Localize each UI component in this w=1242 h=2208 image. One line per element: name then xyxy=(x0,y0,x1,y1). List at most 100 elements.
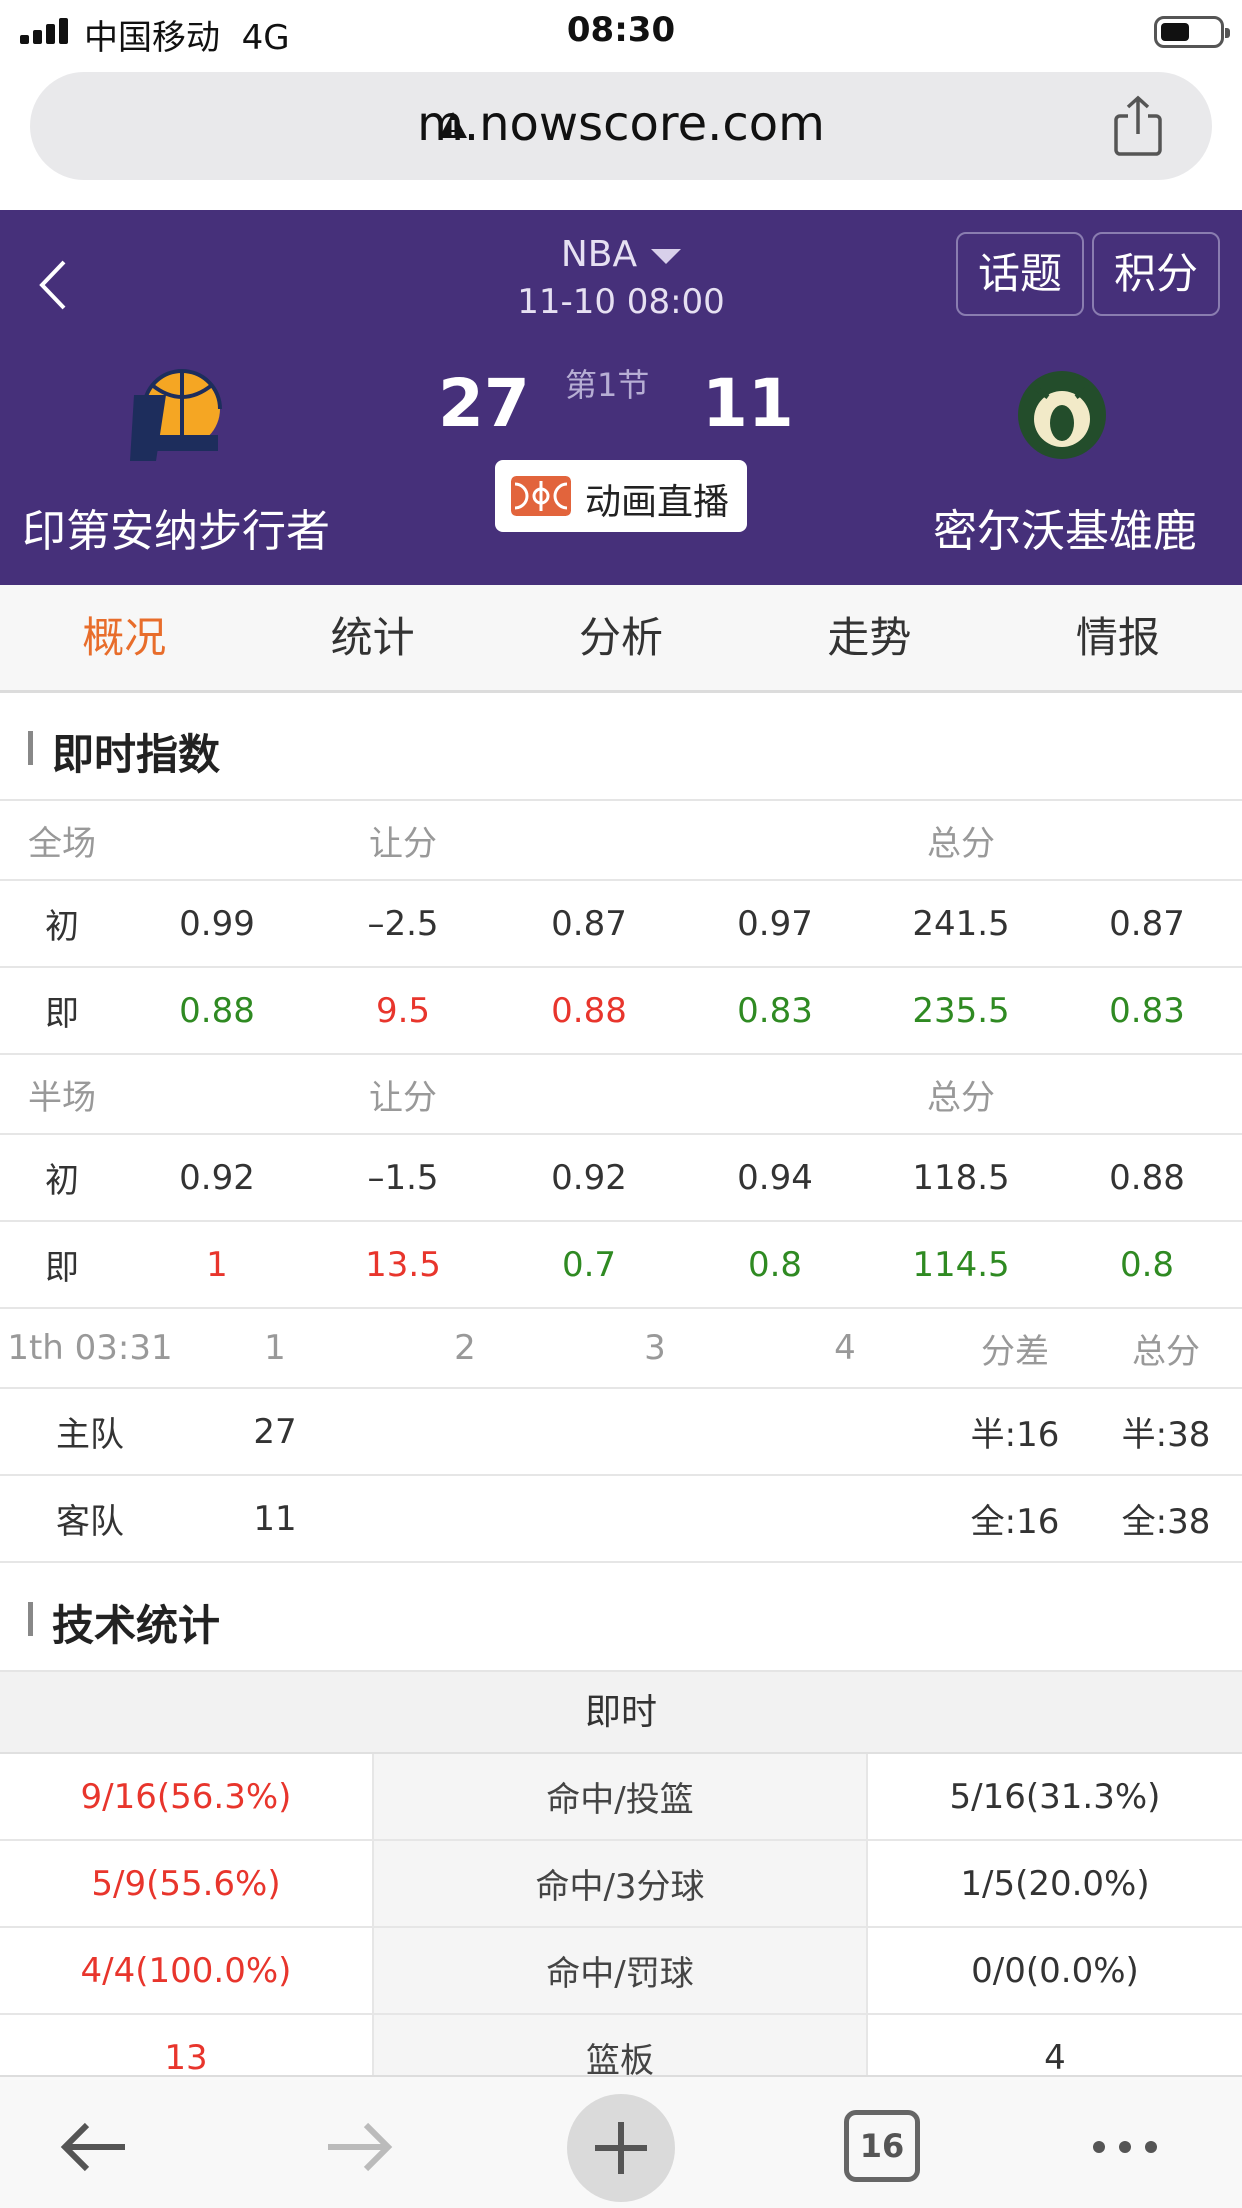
back-icon[interactable] xyxy=(55,2107,135,2187)
more-icon[interactable] xyxy=(1085,2107,1165,2187)
score-diff: 全:16 xyxy=(970,1502,1060,1542)
home-score: 27 xyxy=(438,365,530,442)
tab-count-button[interactable]: 16 xyxy=(844,2110,920,2182)
status-bar: 中国移动 4G 08:30 xyxy=(0,0,1242,62)
odds-cell: 114.5 xyxy=(912,1244,1010,1285)
quarter-score: 27 xyxy=(253,1411,297,1452)
odds-cell: 0.8 xyxy=(1119,1244,1175,1285)
odds-half-live-row[interactable]: 即 1 13.5 0.7 0.8 114.5 0.8 xyxy=(0,1222,1242,1309)
odds-cell: 235.5 xyxy=(912,990,1010,1031)
home-stat: 5/9(55.6%) xyxy=(0,1841,374,1926)
tab-analysis[interactable]: 分析 xyxy=(497,585,745,690)
odds-half-header: 半场 让分 总分 xyxy=(0,1055,1242,1135)
score-total: 半:38 xyxy=(1121,1415,1211,1455)
tab-intel[interactable]: 情报 xyxy=(994,585,1242,690)
handicap-header: 让分 xyxy=(369,1077,437,1118)
new-tab-button[interactable] xyxy=(567,2094,675,2202)
score-row-home: 主队 27 半:16 半:38 xyxy=(0,1389,1242,1476)
odds-cell: 0.7 xyxy=(561,1244,617,1285)
team-label: 主队 xyxy=(56,1415,124,1455)
quarter-header: 3 xyxy=(644,1328,666,1368)
score-table-header: 1th 03:31 1 2 3 4 分差 总分 xyxy=(0,1309,1242,1389)
full-game-label: 全场 xyxy=(28,823,96,864)
diff-header: 分差 xyxy=(981,1331,1049,1372)
tech-section-title: 技术统计 xyxy=(0,1564,1242,1672)
odds-cell: 0.83 xyxy=(737,990,813,1031)
row-label: 即 xyxy=(45,1248,79,1288)
away-stat: 0/0(0.0%) xyxy=(971,1950,1139,1991)
battery-icon xyxy=(1154,16,1230,48)
odds-cell: 0.8 xyxy=(747,1244,803,1285)
tab-stats[interactable]: 统计 xyxy=(248,585,496,690)
total-header: 总分 xyxy=(1132,1331,1200,1372)
stat-label: 命中/罚球 xyxy=(374,1928,868,2013)
away-score: 11 xyxy=(702,365,794,442)
odds-cell: 0.92 xyxy=(551,1157,627,1198)
odds-cell: 0.87 xyxy=(551,903,627,944)
odds-full-live-row[interactable]: 即 0.88 9.5 0.88 0.83 235.5 0.83 xyxy=(0,968,1242,1055)
home-team-name: 印第安纳步行者 xyxy=(22,506,330,557)
period-label: 第1节 xyxy=(565,366,650,404)
odds-cell: 0.88 xyxy=(179,990,255,1031)
odds-cell: 0.83 xyxy=(1109,990,1185,1031)
stat-label: 命中/投篮 xyxy=(374,1754,868,1839)
quarter-header: 1 xyxy=(264,1328,286,1368)
tab-bar: 概况 统计 分析 走势 情报 xyxy=(0,585,1242,693)
tab-trend[interactable]: 走势 xyxy=(745,585,993,690)
standings-button[interactable]: 积分 xyxy=(1092,232,1220,316)
home-stat: 9/16(56.3%) xyxy=(0,1754,374,1839)
away-team-logo[interactable] xyxy=(1012,365,1112,465)
score-total: 全:38 xyxy=(1121,1502,1211,1542)
away-team-name: 密尔沃基雄鹿 xyxy=(933,506,1197,557)
topic-button[interactable]: 话题 xyxy=(956,232,1084,316)
odds-cell: –1.5 xyxy=(367,1157,439,1198)
row-label: 即 xyxy=(45,994,79,1034)
team-label: 客队 xyxy=(56,1502,124,1542)
tech-row: 5/9(55.6%) 命中/3分球 1/5(20.0%) xyxy=(0,1841,1242,1928)
section-marker xyxy=(28,731,33,765)
stat-label: 命中/3分球 xyxy=(374,1841,868,1926)
live-animation-button[interactable]: 动画直播 xyxy=(495,460,747,532)
tab-overview[interactable]: 概况 xyxy=(0,585,248,690)
live-animation-label: 动画直播 xyxy=(585,482,730,523)
quarter-score xyxy=(750,1389,940,1474)
odds-cell: 241.5 xyxy=(912,903,1010,944)
odds-cell: 0.97 xyxy=(737,903,813,944)
score-row-away: 客队 11 全:16 全:38 xyxy=(0,1476,1242,1563)
section-title-text: 技术统计 xyxy=(52,1601,221,1650)
section-title-text: 即时指数 xyxy=(52,730,221,779)
clock: 08:30 xyxy=(566,10,676,50)
odds-cell: 0.94 xyxy=(737,1157,813,1198)
home-team-logo[interactable] xyxy=(126,365,226,465)
forward-icon[interactable] xyxy=(318,2107,398,2187)
home-stat: 4/4(100.0%) xyxy=(0,1928,374,2013)
warning-icon xyxy=(439,112,467,138)
odds-cell: 0.92 xyxy=(179,1157,255,1198)
odds-half-initial-row[interactable]: 初 0.92 –1.5 0.92 0.94 118.5 0.88 xyxy=(0,1135,1242,1222)
total-header: 总分 xyxy=(927,1077,995,1118)
dropdown-caret-icon xyxy=(651,248,682,264)
odds-section-title: 即时指数 xyxy=(0,693,1242,801)
total-header: 总分 xyxy=(927,823,995,864)
tech-row: 9/16(56.3%) 命中/投篮 5/16(31.3%) xyxy=(0,1754,1242,1841)
tech-subheader: 即时 xyxy=(0,1672,1242,1754)
quarter-header: 4 xyxy=(834,1328,856,1368)
quarter-score: 11 xyxy=(253,1498,297,1539)
handicap-header: 让分 xyxy=(369,823,437,864)
address-bar[interactable]: m.nowscore.com xyxy=(30,72,1212,180)
odds-cell: 1 xyxy=(206,1244,228,1285)
odds-cell: 118.5 xyxy=(912,1157,1010,1198)
odds-cell: 0.99 xyxy=(179,903,255,944)
away-stat: 1/5(20.0%) xyxy=(960,1863,1150,1904)
share-icon[interactable] xyxy=(1110,94,1166,158)
quarter-score xyxy=(560,1476,750,1561)
away-stat: 5/16(31.3%) xyxy=(949,1776,1161,1817)
tech-row: 4/4(100.0%) 命中/罚球 0/0(0.0%) xyxy=(0,1928,1242,2015)
quarter-header: 2 xyxy=(454,1328,476,1368)
odds-full-initial-row[interactable]: 初 0.99 –2.5 0.87 0.97 241.5 0.87 xyxy=(0,881,1242,968)
court-icon xyxy=(511,476,571,516)
game-clock: 1th 03:31 xyxy=(7,1328,173,1368)
odds-cell: 13.5 xyxy=(365,1244,441,1285)
odds-full-header: 全场 让分 总分 xyxy=(0,801,1242,881)
quarter-score xyxy=(560,1389,750,1474)
